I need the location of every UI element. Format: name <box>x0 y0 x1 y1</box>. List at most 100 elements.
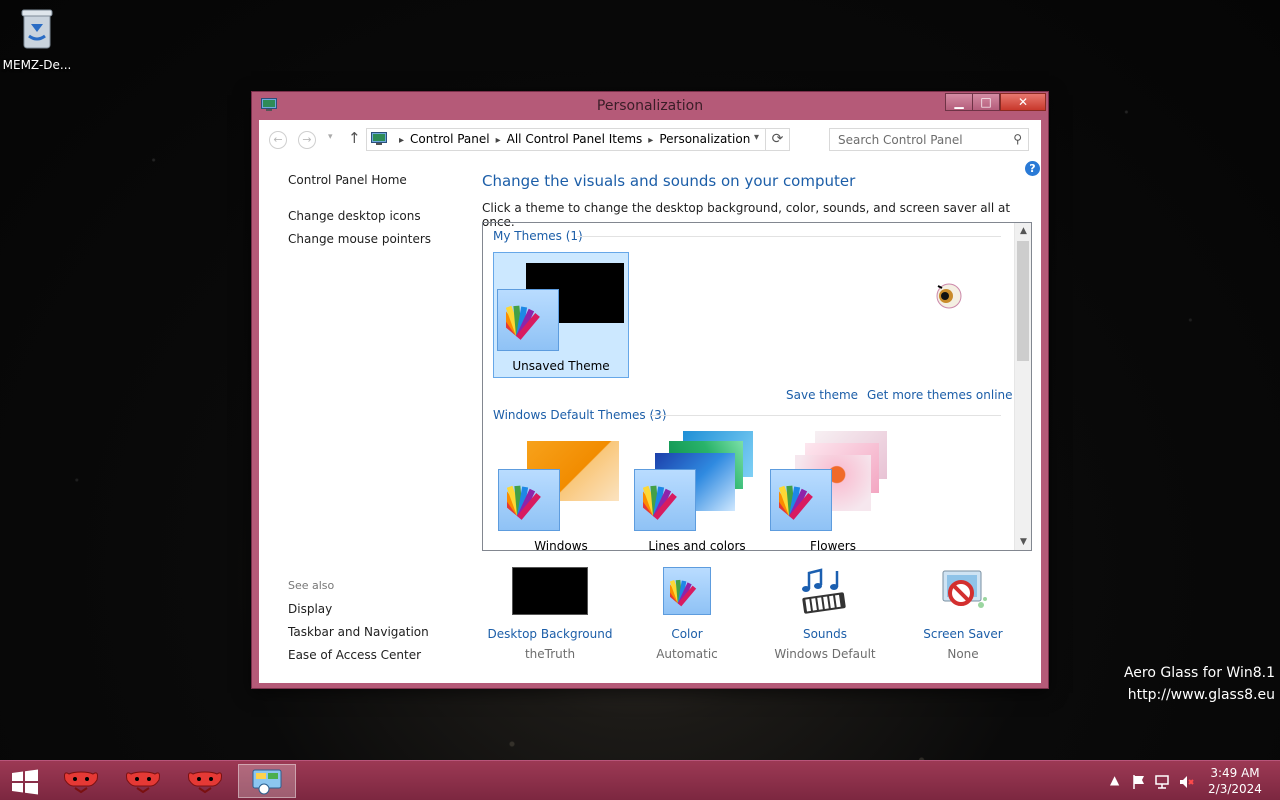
color-palette-icon <box>497 289 559 351</box>
help-button[interactable]: ? <box>1025 161 1040 176</box>
theme-flowers[interactable]: Flowers <box>765 431 901 551</box>
clock-date: 2/3/2024 <box>1208 782 1262 796</box>
up-button[interactable]: ↑ <box>348 129 361 147</box>
back-arrow-icon: ← <box>273 133 283 146</box>
theme-list: My Themes (1) Unsaved Theme Save theme G… <box>482 222 1032 551</box>
desktop-icon-label: MEMZ-De... <box>2 58 72 72</box>
theme-name: Unsaved Theme <box>512 359 610 373</box>
see-also-label: See also <box>288 579 335 592</box>
my-themes-header[interactable]: My Themes (1) <box>493 229 583 243</box>
theme-lines-and-colors[interactable]: Lines and colors <box>629 431 765 551</box>
display-link[interactable]: Display <box>288 602 332 616</box>
group-divider <box>651 415 1001 416</box>
control-panel-taskbar-button[interactable] <box>238 764 296 798</box>
scroll-down-icon[interactable]: ▼ <box>1015 534 1031 550</box>
memz-app-icon[interactable] <box>183 764 227 798</box>
setting-label[interactable]: Sounds <box>755 627 895 641</box>
music-notes-icon <box>755 567 895 617</box>
action-center-flag-icon[interactable] <box>1131 774 1147 790</box>
navigation-bar: ← → ▾ ↑ ▸ Control Panel ▸ All Control Panel… <box>259 120 1041 158</box>
watermark-line: Aero Glass for Win8.1 <box>1123 665 1275 681</box>
window-client-area: ← → ▾ ↑ ▸ Control Panel ▸ All Control Panel… <box>259 120 1041 683</box>
breadcrumb-separator-icon[interactable]: ▸ <box>648 135 653 146</box>
volume-muted-icon[interactable] <box>1178 774 1196 790</box>
minimize-icon: ▁ <box>954 95 964 109</box>
recent-locations-dropdown[interactable]: ▾ <box>328 132 333 142</box>
recycle-bin-icon <box>21 9 53 49</box>
maximize-icon: □ <box>980 95 992 109</box>
sounds-setting[interactable]: Sounds Windows Default <box>755 567 895 661</box>
breadcrumb-separator-icon[interactable]: ▸ <box>496 135 501 146</box>
control-panel-icon <box>371 132 387 145</box>
setting-label[interactable]: Desktop Background <box>480 627 620 641</box>
control-panel-home-link[interactable]: Control Panel Home <box>288 173 407 187</box>
watermark-line: http://www.glass8.eu <box>1127 687 1275 703</box>
minimize-button[interactable]: ▁ <box>945 93 973 111</box>
save-theme-link[interactable]: Save theme <box>786 388 858 402</box>
search-placeholder: Search Control Panel <box>838 133 963 147</box>
color-palette-icon <box>617 567 757 617</box>
breadcrumb: ▸ Control Panel ▸ All Control Panel Items ▸ P… <box>393 132 750 146</box>
setting-label[interactable]: Screen Saver <box>893 627 1033 641</box>
theme-unsaved[interactable]: Unsaved Theme <box>493 252 629 378</box>
group-divider <box>577 236 1001 237</box>
system-clock[interactable]: 3:49 AM 2/3/2024 <box>1205 765 1265 797</box>
desktop-icon-recycle-bin[interactable]: MEMZ-De... <box>2 6 72 72</box>
forward-arrow-icon: → <box>302 133 312 146</box>
eyeball-cursor-icon <box>936 283 962 309</box>
personalization-window: Personalization ▁ □ ✕ ← → ▾ ↑ ▸ Control P… <box>251 91 1049 689</box>
address-dropdown-icon[interactable]: ▾ <box>754 132 759 143</box>
theme-name: Lines and colors <box>648 539 746 551</box>
refresh-button[interactable]: ⟳ <box>765 129 789 150</box>
change-desktop-icons-link[interactable]: Change desktop icons <box>288 209 421 223</box>
color-palette-icon <box>498 469 560 531</box>
breadcrumb-personalization[interactable]: Personalization <box>659 132 750 146</box>
setting-value: Automatic <box>656 647 718 661</box>
scroll-up-icon[interactable]: ▲ <box>1015 223 1031 239</box>
show-hidden-icons-button[interactable]: ▲ <box>1110 773 1119 787</box>
address-bar[interactable]: ▸ Control Panel ▸ All Control Panel Items ▸ P… <box>366 128 790 151</box>
scrollbar-thumb[interactable] <box>1017 241 1029 361</box>
get-more-themes-link[interactable]: Get more themes online <box>867 388 1013 402</box>
taskbar: ▲ 3:49 AM 2/3/2024 <box>0 760 1280 800</box>
black-wallpaper-icon <box>480 567 620 617</box>
theme-list-scrollbar[interactable]: ▲ ▼ <box>1014 223 1031 550</box>
ease-of-access-link[interactable]: Ease of Access Center <box>288 648 421 662</box>
page-title: Change the visuals and sounds on your co… <box>482 172 856 190</box>
memz-app-icon[interactable] <box>121 764 165 798</box>
search-box[interactable]: Search Control Panel ⚲ <box>829 128 1029 151</box>
back-button[interactable]: ← <box>269 131 287 149</box>
setting-value: Windows Default <box>774 647 876 661</box>
memz-app-icon[interactable] <box>59 764 103 798</box>
breadcrumb-separator-icon: ▸ <box>399 135 405 146</box>
clock-time: 3:49 AM <box>1210 766 1260 780</box>
color-palette-icon <box>770 469 832 531</box>
title-bar[interactable]: Personalization ▁ □ ✕ <box>252 92 1048 120</box>
color-palette-icon <box>634 469 696 531</box>
change-mouse-pointers-link[interactable]: Change mouse pointers <box>288 232 431 246</box>
control-panel-icon <box>252 769 282 795</box>
theme-name: Windows <box>534 539 588 551</box>
breadcrumb-control-panel[interactable]: Control Panel <box>410 132 490 146</box>
setting-value: theTruth <box>524 647 576 661</box>
maximize-button[interactable]: □ <box>972 93 1000 111</box>
aero-glass-watermark: Aero Glass for Win8.1 http://www.glass8.… <box>1124 662 1275 706</box>
window-title: Personalization <box>596 98 704 114</box>
color-setting[interactable]: Color Automatic <box>617 567 757 661</box>
search-icon[interactable]: ⚲ <box>1013 132 1022 146</box>
setting-label[interactable]: Color <box>617 627 757 641</box>
theme-windows[interactable]: Windows <box>493 431 629 551</box>
default-themes-header[interactable]: Windows Default Themes (3) <box>493 408 667 422</box>
desktop-background-setting[interactable]: Desktop Background theTruth <box>480 567 620 661</box>
windows-start-icon[interactable] <box>10 769 40 795</box>
screen-saver-setting[interactable]: Screen Saver None <box>893 567 1033 661</box>
screen-saver-icon <box>893 567 1033 617</box>
theme-name: Flowers <box>810 539 856 551</box>
close-icon: ✕ <box>1017 95 1029 109</box>
network-icon[interactable] <box>1154 774 1170 790</box>
taskbar-navigation-link[interactable]: Taskbar and Navigation <box>288 625 429 639</box>
close-button[interactable]: ✕ <box>1000 93 1046 111</box>
setting-value: None <box>947 647 979 661</box>
breadcrumb-all-items[interactable]: All Control Panel Items <box>507 132 643 146</box>
forward-button[interactable]: → <box>298 131 316 149</box>
